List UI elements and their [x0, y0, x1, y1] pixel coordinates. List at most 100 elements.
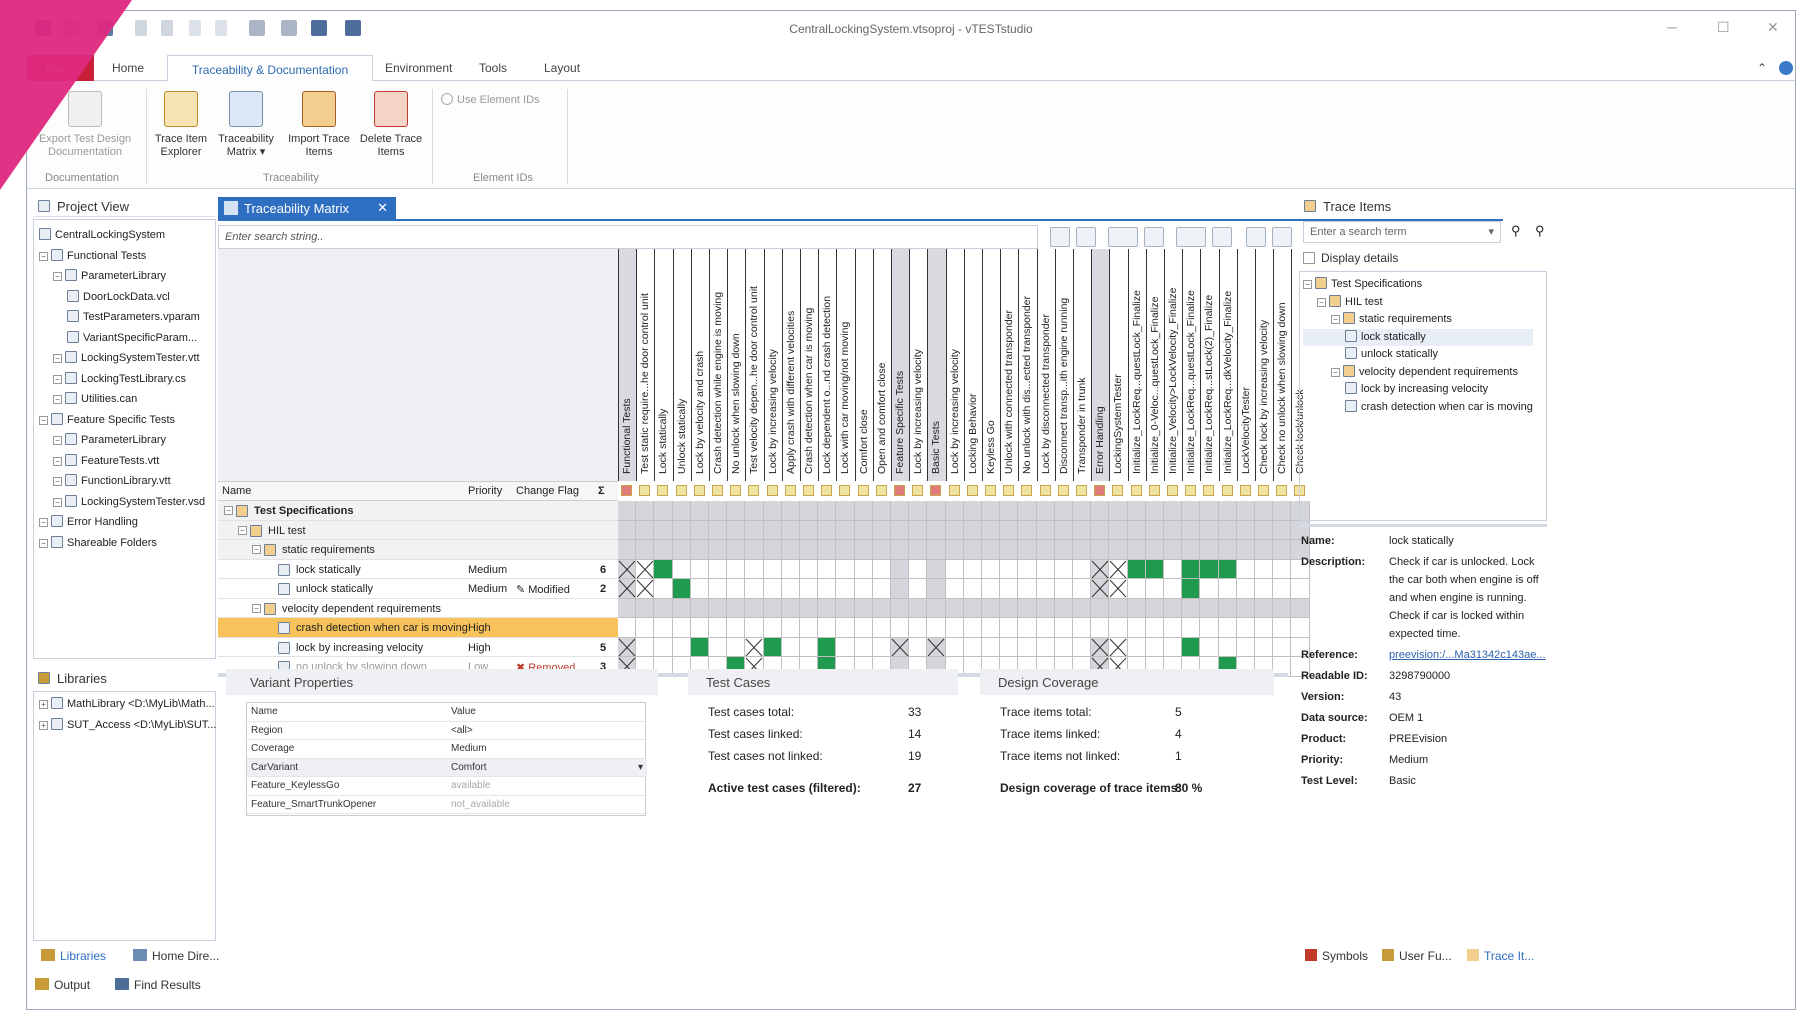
matrix-cell[interactable] — [818, 501, 837, 521]
matrix-cell[interactable] — [763, 520, 782, 540]
tab-traceability[interactable]: Traceability & Documentation — [167, 55, 373, 82]
matrix-cell[interactable] — [1127, 579, 1146, 599]
project-tree-item[interactable]: − Shareable Folders — [39, 533, 217, 554]
matrix-cell[interactable] — [1164, 637, 1183, 657]
matrix-cell[interactable] — [836, 540, 855, 560]
matrix-cell[interactable] — [891, 598, 910, 618]
matrix-cell[interactable] — [1182, 520, 1201, 540]
matrix-cell[interactable] — [1218, 598, 1237, 618]
matrix-row[interactable]: − static requirements — [218, 540, 618, 560]
matrix-cell[interactable] — [1091, 637, 1110, 657]
matrix-cell[interactable] — [800, 540, 819, 560]
matrix-cell[interactable] — [818, 598, 837, 618]
matrix-cell[interactable] — [927, 501, 946, 521]
details-splitter[interactable] — [1299, 524, 1547, 527]
project-tree-item[interactable]: − FeatureTests.vtt — [39, 451, 217, 472]
matrix-cell[interactable] — [690, 637, 709, 657]
matrix-cell[interactable] — [854, 618, 873, 638]
matrix-cell[interactable] — [1000, 520, 1019, 540]
matrix-cell[interactable] — [800, 579, 819, 599]
matrix-cell[interactable] — [909, 501, 928, 521]
matrix-cell[interactable] — [872, 618, 891, 638]
matrix-cell[interactable] — [1182, 501, 1201, 521]
matrix-cell[interactable] — [727, 501, 746, 521]
matrix-cell[interactable] — [982, 637, 1001, 657]
matrix-cell[interactable] — [818, 540, 837, 560]
tab-tools[interactable]: Tools — [479, 61, 507, 75]
matrix-cell[interactable] — [1236, 559, 1255, 579]
matrix-cell[interactable] — [836, 559, 855, 579]
matrix-cell[interactable] — [927, 598, 946, 618]
matrix-cell[interactable] — [1073, 637, 1092, 657]
matrix-cell[interactable] — [1054, 598, 1073, 618]
delete-trace-items-button[interactable]: Delete Trace Items — [359, 91, 423, 159]
matrix-cell[interactable] — [709, 618, 728, 638]
unlink-icon[interactable] — [1076, 227, 1096, 247]
matrix-cell[interactable] — [927, 540, 946, 560]
matrix-cell[interactable] — [672, 637, 691, 657]
matrix-cell[interactable] — [1000, 598, 1019, 618]
matrix-cell[interactable] — [1091, 501, 1110, 521]
matrix-cell[interactable] — [1273, 598, 1292, 618]
matrix-cell[interactable] — [1145, 540, 1164, 560]
matrix-row[interactable]: − HIL test — [218, 520, 618, 540]
matrix-cell[interactable] — [1073, 579, 1092, 599]
tab-user-functions[interactable]: User Fu... — [1382, 949, 1452, 963]
matrix-cell[interactable] — [636, 559, 655, 579]
matrix-cell[interactable] — [927, 520, 946, 540]
matrix-search-input[interactable]: Enter search string.. — [218, 225, 1038, 249]
matrix-cell[interactable] — [763, 598, 782, 618]
matrix-cell[interactable] — [891, 618, 910, 638]
matrix-cell[interactable] — [672, 579, 691, 599]
matrix-cell[interactable] — [1145, 520, 1164, 540]
matrix-column-header[interactable]: Crash detection when car is moving — [800, 249, 819, 481]
matrix-cell[interactable] — [618, 618, 637, 638]
matrix-cell[interactable] — [636, 540, 655, 560]
trace-tree-item[interactable]: crash detection when car is moving — [1303, 399, 1533, 417]
matrix-cell[interactable] — [800, 618, 819, 638]
traceability-matrix-button[interactable]: Traceability Matrix ▾ — [215, 91, 277, 159]
trace-tree-item[interactable]: − velocity dependent requirements — [1303, 364, 1533, 382]
trace-tree-item[interactable]: lock statically — [1303, 328, 1533, 346]
matrix-cell[interactable] — [654, 579, 673, 599]
matrix-cell[interactable] — [1091, 598, 1110, 618]
matrix-cell[interactable] — [672, 501, 691, 521]
trace-tree-item[interactable]: − HIL test — [1303, 294, 1533, 312]
matrix-column-header[interactable]: LockVelocityTester — [1236, 249, 1255, 481]
matrix-column-header[interactable]: Check lock by increasing velocity — [1255, 249, 1274, 481]
expand-toggle[interactable]: − — [53, 456, 62, 466]
matrix-cell[interactable] — [672, 520, 691, 540]
dropdown-icon[interactable]: ▾ — [638, 759, 643, 777]
matrix-column-header[interactable]: Crash detection while engine is moving — [709, 249, 728, 481]
project-tree-item[interactable]: DoorLockData.vcl — [39, 287, 217, 308]
matrix-cell[interactable] — [672, 598, 691, 618]
matrix-cell[interactable] — [945, 540, 964, 560]
matrix-cell[interactable] — [836, 637, 855, 657]
column-name[interactable]: Name — [222, 485, 251, 497]
matrix-cell[interactable] — [1018, 540, 1037, 560]
tab-libraries[interactable]: Libraries — [41, 949, 106, 963]
matrix-cell[interactable] — [763, 540, 782, 560]
matrix-column-header[interactable]: Lock with car moving/not moving — [836, 249, 855, 481]
matrix-cell[interactable] — [1145, 598, 1164, 618]
matrix-cell[interactable] — [1000, 618, 1019, 638]
matrix-cell[interactable] — [1127, 637, 1146, 657]
matrix-cell[interactable] — [1127, 540, 1146, 560]
matrix-row[interactable]: crash detection when car is moving High — [218, 618, 618, 638]
expand-toggle[interactable]: − — [39, 415, 48, 425]
matrix-column-header[interactable]: Unlock statically — [672, 249, 691, 481]
matrix-cell[interactable] — [1200, 598, 1219, 618]
trace-item-explorer-button[interactable]: Trace Item Explorer — [153, 91, 209, 159]
matrix-cell[interactable] — [1054, 637, 1073, 657]
matrix-cell[interactable] — [1091, 559, 1110, 579]
matrix-cell[interactable] — [654, 501, 673, 521]
matrix-cell[interactable] — [818, 618, 837, 638]
matrix-cell[interactable] — [872, 559, 891, 579]
matrix-column-header[interactable]: Lock statically — [654, 249, 673, 481]
matrix-cell[interactable] — [1018, 618, 1037, 638]
matrix-cell[interactable] — [1255, 637, 1274, 657]
matrix-cell[interactable] — [1164, 540, 1183, 560]
matrix-cell[interactable] — [1200, 618, 1219, 638]
matrix-cell[interactable] — [672, 559, 691, 579]
column-change-flag[interactable]: Change Flag — [516, 485, 579, 497]
